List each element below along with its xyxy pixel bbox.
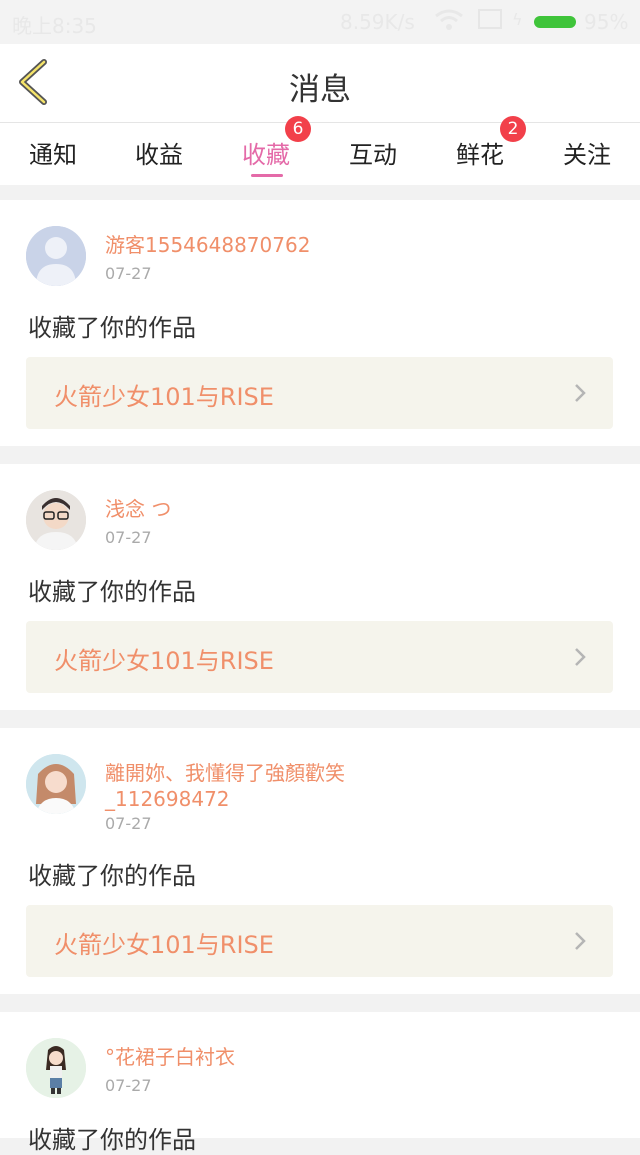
username[interactable]: 游客1554648870762 <box>105 232 405 258</box>
message-date: 07-27 <box>105 264 152 283</box>
user-photo-icon <box>26 490 86 550</box>
tab-label: 互动 <box>349 141 397 169</box>
user-photo-icon <box>26 1038 86 1098</box>
wifi-icon <box>435 9 463 30</box>
page-title: 消息 <box>289 72 351 108</box>
avatar[interactable] <box>26 754 86 814</box>
message-date: 07-27 <box>105 814 152 833</box>
tab-label: 收藏 <box>242 141 290 169</box>
status-bar: 晚上8:35 8.59K/s ϟ 95% <box>0 0 640 44</box>
avatar[interactable] <box>26 226 86 286</box>
user-photo-icon <box>26 754 86 814</box>
header: 消息 <box>0 44 640 123</box>
tab-earnings[interactable]: 收益 <box>106 123 212 185</box>
message-card: °花裙子白衬衣 07-27 收藏了你的作品 <box>0 1012 640 1154</box>
status-time: 晚上8:35 <box>12 14 97 38</box>
tab-bar: 通知 收益 收藏 6 互动 鲜花 2 关注 <box>0 116 640 185</box>
charging-icon: ϟ <box>512 10 523 29</box>
work-title: 火箭少女101与RISE <box>54 383 274 411</box>
avatar[interactable] <box>26 490 86 550</box>
work-link[interactable]: 火箭少女101与RISE <box>26 357 613 429</box>
message-date: 07-27 <box>105 1076 152 1095</box>
message-card: 離開妳、我懂得了強顏歡笑_112698472 07-27 收藏了你的作品 火箭少… <box>0 728 640 994</box>
message-card: 游客1554648870762 07-27 收藏了你的作品 火箭少女101与RI… <box>0 200 640 446</box>
network-speed: 8.59K/s <box>340 10 415 34</box>
username[interactable]: °花裙子白衬衣 <box>105 1044 405 1070</box>
tab-notifications[interactable]: 通知 <box>0 123 106 185</box>
tab-label: 鲜花 <box>456 141 504 169</box>
battery-icon <box>534 16 576 28</box>
tab-label: 关注 <box>563 141 611 169</box>
action-text: 收藏了你的作品 <box>28 862 196 890</box>
chevron-right-icon <box>575 384 586 402</box>
username[interactable]: 離開妳、我懂得了強顏歡笑_112698472 <box>105 760 405 812</box>
tab-flowers[interactable]: 鲜花 2 <box>427 116 533 185</box>
chevron-right-icon <box>575 648 586 666</box>
battery-percent: 95% <box>584 10 629 34</box>
work-title: 火箭少女101与RISE <box>54 647 274 675</box>
tab-following[interactable]: 关注 <box>534 123 640 185</box>
flowers-badge: 2 <box>500 116 526 142</box>
avatar[interactable] <box>26 1038 86 1098</box>
active-tab-indicator <box>251 174 283 177</box>
sim-icon <box>478 9 502 29</box>
work-link[interactable]: 火箭少女101与RISE <box>26 905 613 977</box>
message-date: 07-27 <box>105 528 152 547</box>
action-text: 收藏了你的作品 <box>28 314 196 342</box>
tab-label: 收益 <box>135 141 183 169</box>
work-link[interactable]: 火箭少女101与RISE <box>26 621 613 693</box>
action-text: 收藏了你的作品 <box>28 578 196 606</box>
username[interactable]: 浅念 つ <box>105 496 405 522</box>
chevron-right-icon <box>575 932 586 950</box>
message-card: 浅念 つ 07-27 收藏了你的作品 火箭少女101与RISE <box>0 464 640 710</box>
default-user-icon <box>26 226 86 286</box>
work-title: 火箭少女101与RISE <box>54 931 274 959</box>
tab-label: 通知 <box>29 141 77 169</box>
tab-favorites[interactable]: 收藏 6 <box>213 116 319 185</box>
favorites-badge: 6 <box>285 116 311 142</box>
tab-interactions[interactable]: 互动 <box>320 123 426 185</box>
